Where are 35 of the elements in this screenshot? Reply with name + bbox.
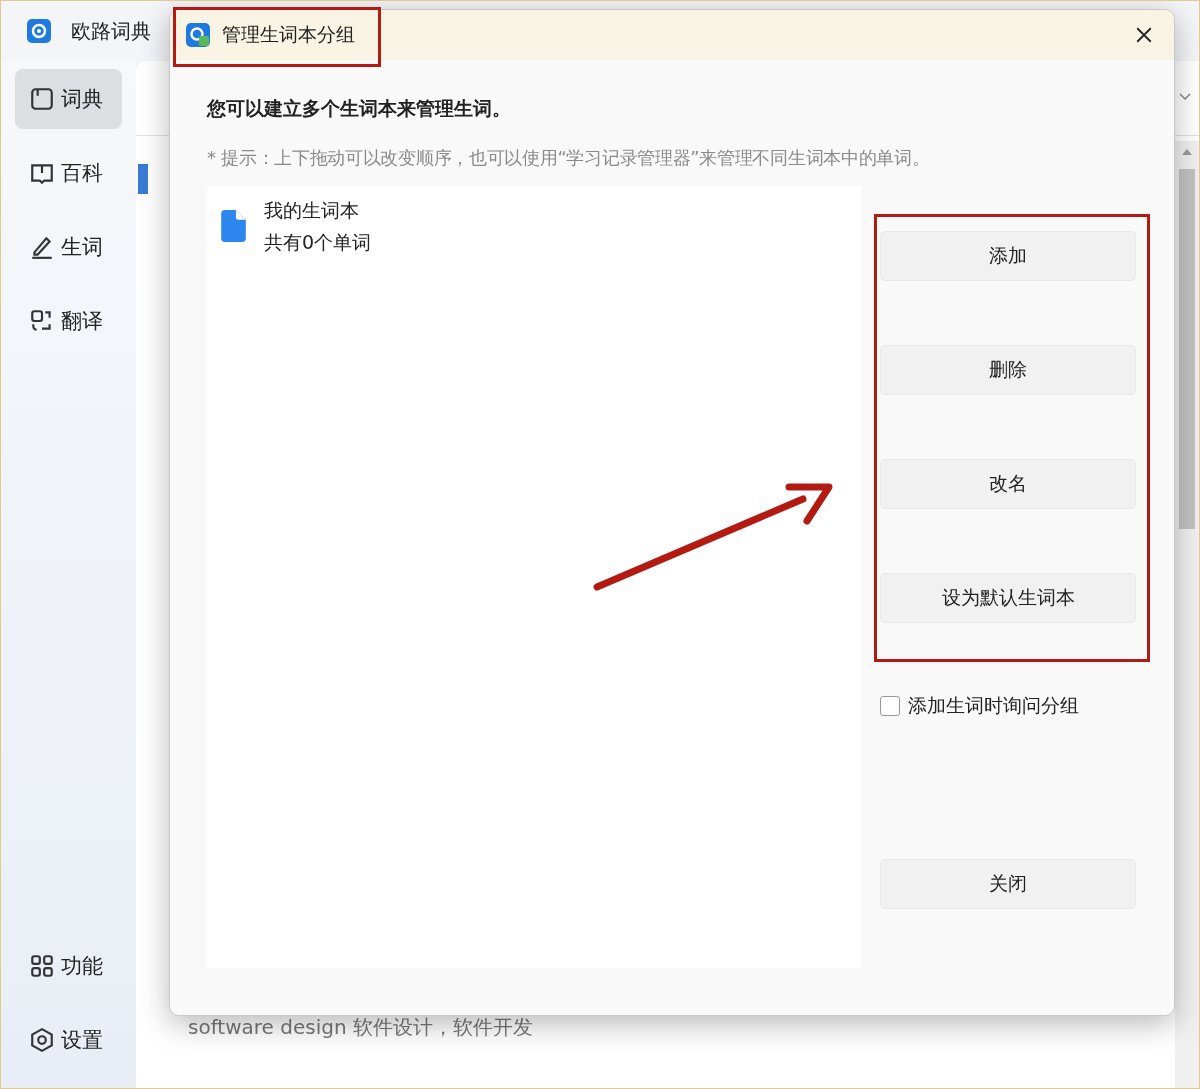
sidebar-item[interactable]: 功能: [15, 936, 122, 996]
dialog-title: 管理生词本分组: [222, 22, 355, 47]
caret-icon: [1179, 93, 1191, 101]
dialog-heading: 您可以建立多个生词本来管理生词。: [207, 96, 512, 121]
close-icon: [1135, 26, 1153, 44]
pen-icon: [29, 234, 55, 260]
book-icon: [29, 86, 55, 112]
scroll-up-icon: [1182, 149, 1192, 155]
wordbook-name: 我的生词本: [264, 198, 360, 223]
app-logo-icon: [186, 23, 210, 47]
action-button[interactable]: 添加: [880, 231, 1136, 281]
action-button[interactable]: 改名: [880, 459, 1136, 509]
close-dialog-button[interactable]: 关闭: [880, 859, 1136, 909]
sidebar-item[interactable]: 翻译: [15, 291, 122, 351]
sidebar-item[interactable]: 生词: [15, 217, 122, 277]
sidebar-item[interactable]: 词典: [15, 69, 122, 129]
scrollbar-thumb[interactable]: [1179, 169, 1195, 529]
word-count: 共有0个单词: [264, 230, 372, 255]
checkbox[interactable]: [880, 696, 900, 716]
wordbook-item[interactable]: 我的生词本 共有0个单词: [219, 194, 849, 258]
accent-bar: [138, 164, 148, 194]
checkbox-label: 添加生词时询问分组: [908, 693, 1079, 718]
file-icon: [219, 210, 248, 242]
action-button[interactable]: 设为默认生词本: [880, 573, 1136, 623]
scrollbar[interactable]: [1175, 141, 1199, 1088]
ask-group-checkbox[interactable]: 添加生词时询问分组: [880, 693, 1136, 719]
sidebar-item[interactable]: 设置: [15, 1010, 122, 1070]
sidebar-item[interactable]: 百科: [15, 143, 122, 203]
app-logo-icon: [27, 19, 51, 43]
grid-icon: [29, 953, 55, 979]
hint-text: * 提示：上下拖动可以改变顺序，也可以使用“学习记录管理器”来管理不同生词本中的单词。: [207, 146, 931, 170]
definition-text: software design 软件设计，软件开发: [188, 1014, 533, 1041]
action-button[interactable]: 删除: [880, 345, 1136, 395]
app-title: 欧路词典: [71, 17, 151, 45]
settings-icon: [29, 1027, 55, 1053]
